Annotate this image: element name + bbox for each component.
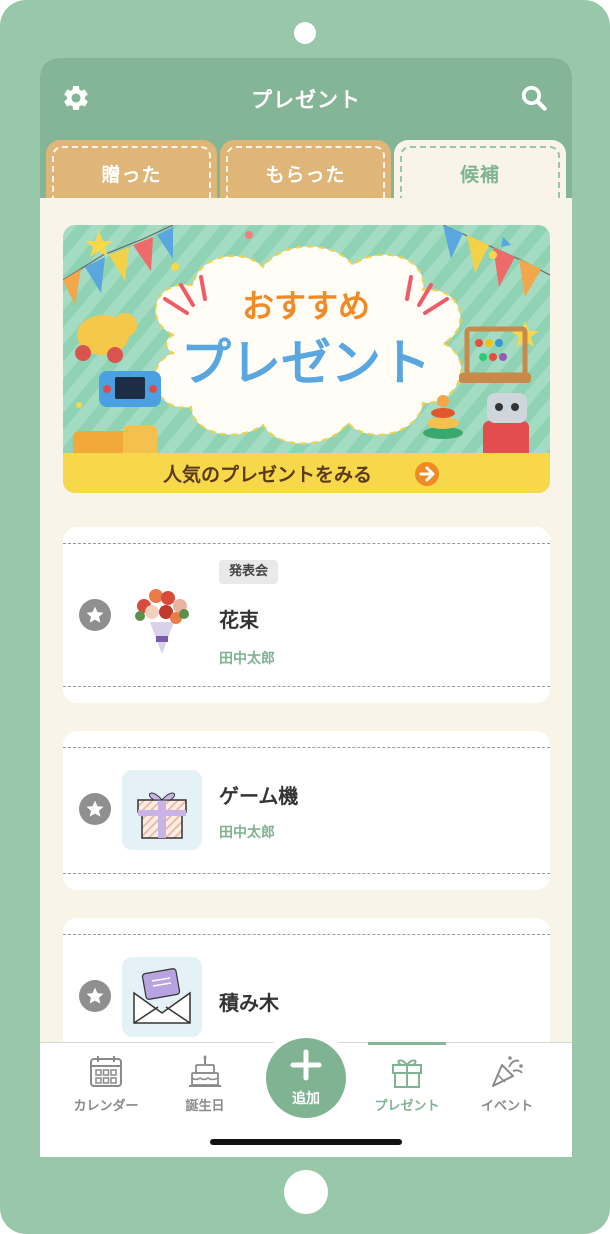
tab-received-label: もらった xyxy=(226,146,385,198)
add-button-label: 追加 xyxy=(292,1091,320,1107)
recommend-banner[interactable]: おすすめ プレゼント 人気のプレゼントをみる xyxy=(63,225,550,493)
plus-icon xyxy=(290,1049,322,1081)
page-title: プレゼント xyxy=(251,88,361,112)
nav-birthday-label: 誕生日 xyxy=(185,1099,225,1114)
gift-thumbnail xyxy=(122,576,202,656)
event-tag: 発表会 xyxy=(219,560,279,584)
gift-name: 花束 xyxy=(219,608,259,632)
content-area: おすすめ プレゼント 人気のプレゼントをみる 発表会 花束 田中太郎 ゲーム機 … xyxy=(40,198,572,1042)
tab-given[interactable]: 贈った xyxy=(46,140,217,198)
nav-calendar[interactable]: カレンダー xyxy=(61,1043,151,1123)
party-popper-icon xyxy=(492,1056,523,1087)
banner-line2: プレゼント xyxy=(181,334,431,392)
search-button[interactable] xyxy=(518,82,550,114)
gift-icon xyxy=(392,1059,422,1088)
gift-card[interactable]: ゲーム機 田中太郎 xyxy=(63,731,550,890)
device-frame: プレゼント 贈った もらった 候補 おすすめ プレゼント 人気のプレゼントをみる… xyxy=(0,0,610,1234)
nav-event[interactable]: イベント xyxy=(462,1043,552,1123)
gift-card[interactable]: 発表会 花束 田中太郎 xyxy=(63,527,550,703)
cake-icon xyxy=(189,1055,221,1087)
gift-box-icon xyxy=(137,792,187,839)
favorite-button[interactable] xyxy=(79,793,111,825)
star-icon xyxy=(86,987,104,1004)
envelope-icon xyxy=(133,968,191,1024)
add-button[interactable]: 追加 xyxy=(266,1038,346,1118)
tab-given-label: 贈った xyxy=(52,146,211,198)
star-icon xyxy=(86,800,104,817)
device-home-button[interactable] xyxy=(284,1170,328,1214)
nav-event-label: イベント xyxy=(480,1099,533,1114)
gift-person: 田中太郎 xyxy=(219,651,275,667)
search-icon xyxy=(521,85,547,111)
tab-candidates-label: 候補 xyxy=(400,146,560,198)
active-indicator xyxy=(368,1042,446,1045)
banner-cta: 人気のプレゼントをみる xyxy=(163,463,372,486)
bottom-nav: カレンダー 誕生日 追加 プレゼント イベント xyxy=(40,1027,572,1157)
gift-person: 田中太郎 xyxy=(219,825,275,841)
home-indicator xyxy=(210,1139,402,1145)
nav-present[interactable]: プレゼント xyxy=(362,1042,452,1123)
favorite-button[interactable] xyxy=(79,599,111,631)
nav-birthday[interactable]: 誕生日 xyxy=(160,1043,250,1123)
favorite-button[interactable] xyxy=(79,980,111,1012)
tab-candidates[interactable]: 候補 xyxy=(394,140,566,198)
gift-thumbnail xyxy=(122,957,202,1037)
nav-calendar-label: カレンダー xyxy=(73,1099,139,1114)
toy-game-console xyxy=(99,371,161,407)
top-bar: プレゼント 贈った もらった 候補 xyxy=(40,58,572,198)
gift-thumbnail xyxy=(122,770,202,850)
tab-received[interactable]: もらった xyxy=(220,140,391,198)
tab-bar: 贈った もらった 候補 xyxy=(40,140,572,198)
gift-name: 積み木 xyxy=(219,991,279,1015)
camera-dot xyxy=(294,22,316,44)
calendar-icon xyxy=(90,1056,122,1087)
star-icon xyxy=(86,606,104,623)
gift-card[interactable]: 積み木 xyxy=(63,918,550,1042)
bouquet-image xyxy=(122,576,202,656)
gift-name: ゲーム機 xyxy=(219,784,299,808)
app-screen: プレゼント 贈った もらった 候補 おすすめ プレゼント 人気のプレゼントをみる… xyxy=(40,58,572,1157)
banner-line1: おすすめ xyxy=(242,287,370,325)
nav-present-label: プレゼント xyxy=(374,1099,440,1114)
banner-art: おすすめ プレゼント 人気のプレゼントをみる xyxy=(63,225,550,493)
